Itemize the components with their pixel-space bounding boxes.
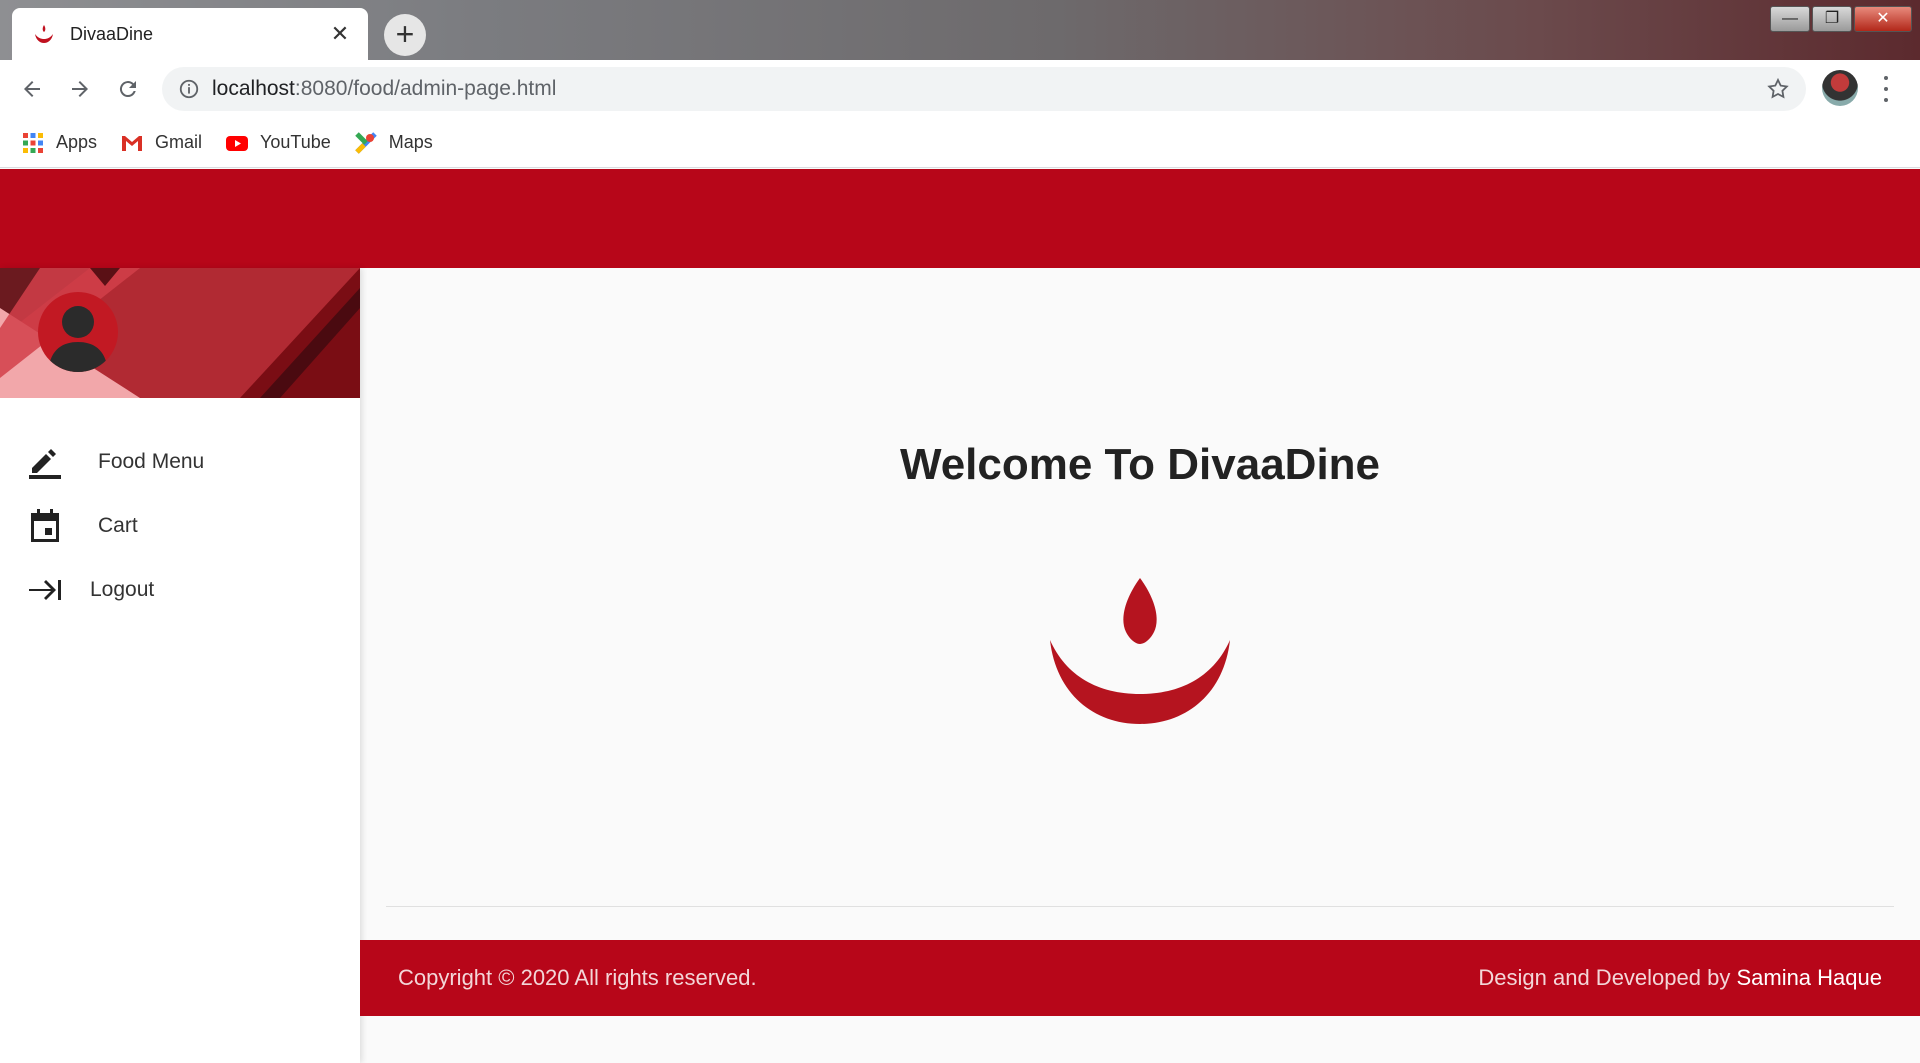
bookmark-youtube[interactable]: YouTube — [226, 132, 331, 154]
sidebar-item-logout[interactable]: Logout — [0, 558, 360, 622]
browser-menu-icon[interactable] — [1874, 73, 1898, 105]
new-tab-button[interactable]: + — [384, 14, 426, 56]
bookmark-label: Apps — [56, 132, 98, 152]
credit-author: Samina Haque — [1736, 965, 1882, 990]
url-text[interactable]: localhost:8080/food/admin-page.html — [212, 77, 1766, 101]
sidebar-item-cart[interactable]: Cart — [0, 494, 360, 558]
profile-banner — [0, 268, 360, 398]
apps-grid-icon — [23, 132, 43, 153]
browser-toolbar: localhost:8080/food/admin-page.html — [0, 60, 1920, 118]
url-path: :8080/food/admin-page.html — [294, 77, 557, 100]
maps-icon — [355, 131, 377, 154]
bookmark-label: Maps — [388, 132, 433, 152]
minimize-button[interactable]: — — [1770, 6, 1810, 32]
reload-button[interactable] — [104, 65, 152, 113]
content-divider — [386, 906, 1894, 907]
arrow-right-icon — [72, 81, 88, 97]
bookmark-label: YouTube — [260, 132, 331, 152]
app-header-bar — [0, 169, 1920, 268]
reload-icon — [119, 81, 136, 98]
browser-tab-active[interactable]: DivaaDine ✕ — [12, 8, 368, 60]
bookmark-label: Gmail — [155, 132, 203, 152]
sidebar-item-label: Cart — [98, 514, 138, 537]
credit-text: Design and Developed by Samina Haque — [1478, 965, 1882, 991]
forward-button[interactable] — [56, 65, 104, 113]
bookmark-gmail[interactable]: Gmail — [121, 132, 202, 154]
profile-avatar[interactable] — [38, 292, 118, 372]
credit-prefix: Design and Developed by — [1478, 965, 1737, 990]
logout-arrow-icon — [26, 571, 64, 609]
tab-close-icon[interactable]: ✕ — [328, 21, 352, 47]
close-window-button[interactable]: ✕ — [1854, 6, 1912, 32]
main-content: Welcome To DivaaDine Copyright © 2020 Al… — [360, 268, 1920, 1063]
url-host: localhost — [212, 77, 295, 100]
bookmark-star-icon[interactable] — [1766, 77, 1790, 101]
divaadine-favicon-icon — [35, 25, 53, 43]
divaadine-logo-icon — [1050, 578, 1230, 724]
sidebar-item-label: Logout — [90, 578, 155, 601]
back-button[interactable] — [8, 65, 56, 113]
bookmark-maps[interactable]: Maps — [355, 131, 433, 154]
bookmarks-bar: Apps Gmail YouTube Maps — [0, 118, 1920, 168]
copyright-text: Copyright © 2020 All rights reserved. — [398, 965, 757, 990]
profile-avatar-button[interactable] — [1822, 70, 1858, 106]
sidebar-menu: Food Menu Cart Logout — [0, 398, 360, 622]
user-silhouette-icon — [48, 306, 108, 372]
tab-title: DivaaDine — [70, 23, 154, 44]
address-bar[interactable]: localhost:8080/food/admin-page.html — [162, 67, 1806, 111]
info-icon[interactable] — [178, 78, 200, 100]
calendar-icon — [26, 507, 64, 545]
bookmark-apps[interactable]: Apps — [22, 132, 97, 154]
gmail-icon — [122, 135, 143, 151]
edit-pencil-icon — [26, 443, 64, 481]
footer: Copyright © 2020 All rights reserved. De… — [360, 940, 1920, 1016]
window-controls: — ❐ ✕ — [1770, 6, 1912, 32]
sidebar-item-label: Food Menu — [98, 450, 205, 473]
arrow-left-icon — [24, 81, 40, 97]
welcome-heading: Welcome To DivaaDine — [899, 440, 1381, 489]
youtube-icon — [226, 135, 249, 151]
sidebar: Food Menu Cart Logout — [0, 268, 360, 1063]
restore-button[interactable]: ❐ — [1812, 6, 1852, 32]
sidebar-item-food-menu[interactable]: Food Menu — [0, 430, 360, 494]
browser-tabstrip: DivaaDine ✕ + — ❐ ✕ — [0, 0, 1920, 60]
